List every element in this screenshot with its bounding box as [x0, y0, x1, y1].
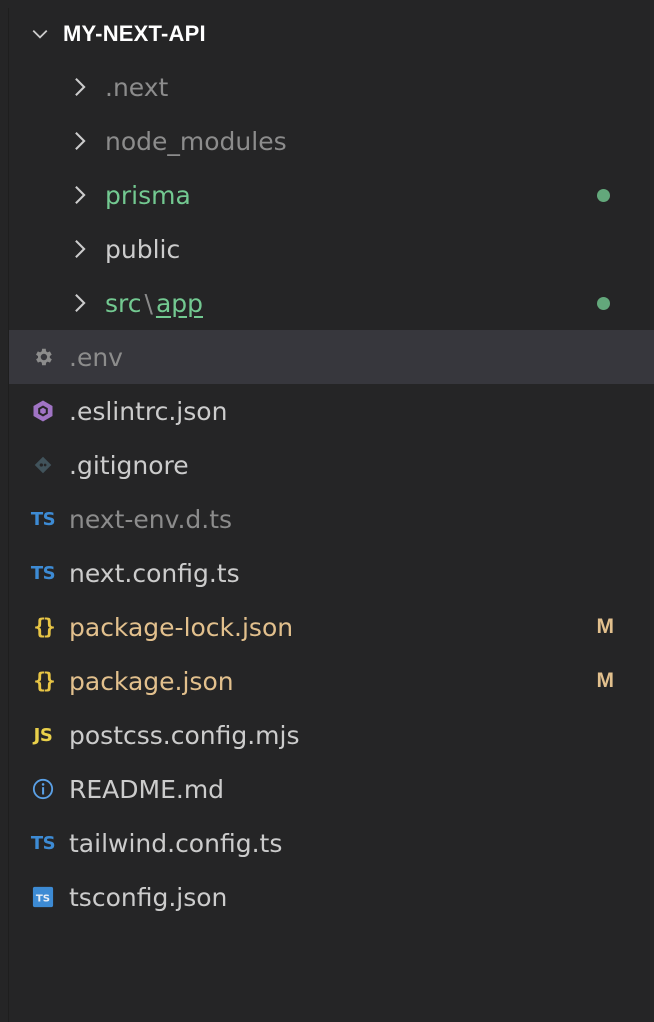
- file-label: package.json: [69, 666, 234, 696]
- info-icon: [29, 778, 57, 800]
- file-explorer: MY-NEXT-API .next node_modules prisma pu…: [8, 8, 654, 1022]
- gear-icon: [29, 346, 57, 368]
- git-modified-badge: M: [596, 615, 615, 638]
- git-untracked-dot: [597, 297, 610, 310]
- chevron-right-icon: [75, 78, 86, 96]
- folder-label: node_modules: [105, 126, 287, 156]
- chevron-right-icon: [75, 240, 86, 258]
- tree-file-package-lock[interactable]: {} package-lock.json M: [9, 600, 654, 654]
- chevron-down-icon: [32, 29, 48, 39]
- json-icon: {}: [33, 669, 55, 693]
- compact-folder-separator: \: [144, 288, 153, 318]
- file-label: .env: [69, 342, 123, 372]
- tree-folder-prisma[interactable]: prisma: [9, 168, 654, 222]
- folder-label: public: [105, 234, 181, 264]
- file-label: tailwind.config.ts: [69, 828, 283, 858]
- tree-folder-src-app[interactable]: src \ app: [9, 276, 654, 330]
- folder-label: prisma: [105, 180, 191, 210]
- tree-file-postcss-config[interactable]: JS postcss.config.mjs: [9, 708, 654, 762]
- tree-file-eslintrc[interactable]: .eslintrc.json: [9, 384, 654, 438]
- tree-folder-node-modules[interactable]: node_modules: [9, 114, 654, 168]
- explorer-root-header[interactable]: MY-NEXT-API: [9, 8, 654, 60]
- tree-file-env[interactable]: .env: [9, 330, 654, 384]
- root-folder-label: MY-NEXT-API: [63, 21, 206, 46]
- tree-folder-public[interactable]: public: [9, 222, 654, 276]
- file-label: .gitignore: [69, 450, 189, 480]
- tree-file-next-env-dts[interactable]: TS next-env.d.ts: [9, 492, 654, 546]
- typescript-icon: TS: [30, 508, 56, 530]
- typescript-icon: TS: [30, 562, 56, 584]
- file-label: package-lock.json: [69, 612, 294, 642]
- tree-file-gitignore[interactable]: .gitignore: [9, 438, 654, 492]
- git-modified-badge: M: [596, 669, 615, 692]
- chevron-right-icon: [75, 186, 86, 204]
- tree-file-tailwind-config[interactable]: TS tailwind.config.ts: [9, 816, 654, 870]
- git-icon: [29, 455, 57, 475]
- git-untracked-dot: [597, 189, 610, 202]
- tree-file-readme[interactable]: README.md: [9, 762, 654, 816]
- file-label: next-env.d.ts: [69, 504, 233, 534]
- file-label: README.md: [69, 774, 225, 804]
- tsconfig-icon-text: TS: [36, 894, 50, 905]
- folder-label: .next: [105, 72, 169, 102]
- tsconfig-icon: TS: [29, 886, 57, 908]
- chevron-right-icon: [75, 294, 86, 312]
- folder-label-child[interactable]: app: [156, 289, 203, 318]
- file-label: tsconfig.json: [69, 882, 228, 912]
- file-label: postcss.config.mjs: [69, 720, 300, 750]
- tree-file-next-config[interactable]: TS next.config.ts: [9, 546, 654, 600]
- file-label: .eslintrc.json: [69, 396, 228, 426]
- javascript-icon: JS: [33, 724, 53, 746]
- chevron-right-icon: [75, 132, 86, 150]
- eslint-icon: [29, 399, 57, 423]
- typescript-icon: TS: [30, 832, 56, 854]
- tree-folder-next[interactable]: .next: [9, 60, 654, 114]
- folder-label-parent: src: [105, 288, 142, 318]
- tree-file-tsconfig[interactable]: TS tsconfig.json: [9, 870, 654, 924]
- tree-file-package-json[interactable]: {} package.json M: [9, 654, 654, 708]
- file-label: next.config.ts: [69, 558, 240, 588]
- json-icon: {}: [33, 615, 55, 639]
